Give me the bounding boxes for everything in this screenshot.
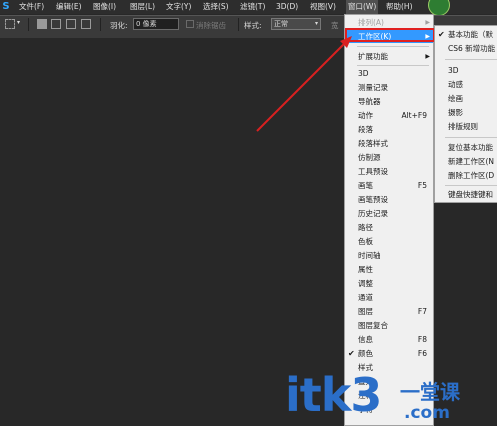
annotation-arrow-line — [256, 39, 349, 132]
watermark-chinese: 一堂课 — [400, 380, 460, 404]
watermark-brand: itk3 — [285, 368, 382, 422]
annotation-arrow — [256, 36, 352, 132]
watermark-domain: .com — [404, 403, 450, 423]
